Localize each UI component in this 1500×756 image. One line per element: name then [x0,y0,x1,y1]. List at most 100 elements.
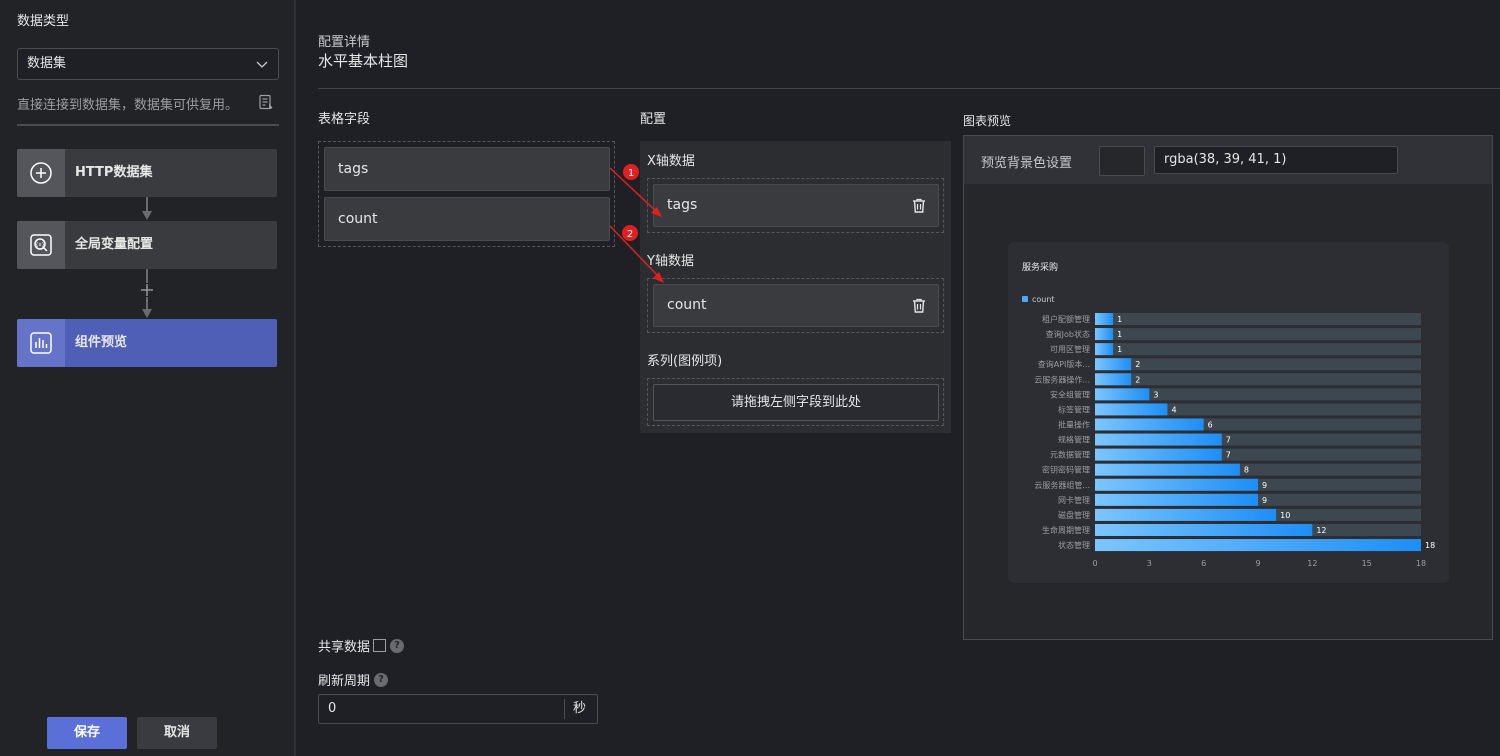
annotation-arrowhead [653,272,664,283]
data-label: 8 [1244,466,1249,475]
category-label: 查询Job状态 [1046,329,1090,339]
refresh-period-input[interactable]: 0 秒 [318,694,598,724]
sidebar-title: 数据类型 [17,14,70,29]
field-item-count[interactable]: count [324,197,610,241]
data-label: 7 [1226,451,1231,460]
series-drop-zone[interactable]: 请拖拽左侧字段到此处 [647,378,944,426]
cancel-button[interactable]: 取消 [137,717,217,749]
preview-bg-label: 预览背景色设置 [981,156,1073,171]
config-label: 配置 [640,112,667,127]
data-label: 2 [1135,360,1140,369]
add-step-icon[interactable] [140,283,154,297]
step-global-variables[interactable]: {x} 全局变量配置 [17,221,277,269]
step-component-preview[interactable]: 组件预览 [17,319,277,367]
y-axis-drop-zone[interactable]: count [647,278,944,333]
data-label: 18 [1425,541,1435,550]
share-data-row: 共享数据 ? [318,636,405,655]
bar [1095,478,1258,491]
category-label: 元数据管理 [1050,450,1090,460]
step-http-dataset[interactable]: HTTP数据集 [17,149,277,197]
category-label: 租户配额管理 [1042,314,1090,324]
bar [1095,508,1277,521]
y-axis-field[interactable]: count [653,284,939,327]
bar [1095,403,1168,416]
x-tick-label: 12 [1307,559,1317,568]
bar-track [1095,313,1421,325]
drag-annotation-arrows: 1 2 [609,164,664,283]
bar [1095,343,1114,356]
bar-track [1095,358,1421,371]
bar [1095,418,1204,431]
help-icon[interactable]: ? [374,672,389,687]
data-type-select-value: 数据集 [27,56,67,71]
x-axis-field[interactable]: tags [653,184,939,227]
bar [1095,463,1240,476]
table-fields-label: 表格字段 [318,112,371,127]
category-label: 密钥密码管理 [1042,465,1090,475]
share-data-label: 共享数据 [318,640,371,655]
bar [1095,328,1114,341]
bar [1095,493,1258,506]
annotation-marker-1-text: 1 [628,168,634,179]
data-label: 7 [1226,436,1231,445]
bar-track [1095,373,1421,386]
category-label: 可用区管理 [1050,344,1090,354]
category-label: 云服务器操作... [1034,374,1090,384]
bar-track [1095,343,1421,356]
data-label: 10 [1280,511,1290,520]
refresh-period-label: 刷新周期 [318,674,371,689]
sidebar-divider [17,124,279,126]
legend-swatch [1022,296,1028,302]
bar [1095,388,1150,401]
bar [1095,448,1222,461]
bar [1095,523,1313,536]
bar-track [1095,328,1421,341]
trash-icon[interactable] [912,198,926,213]
refresh-period-value: 0 [328,701,337,716]
preview-bg-color-input[interactable]: rgba(38, 39, 41, 1) [1154,146,1398,174]
refresh-period-unit: 秒 [573,701,587,716]
help-icon[interactable]: ? [390,638,405,653]
bar [1095,313,1114,325]
category-label: 批量操作 [1058,419,1090,429]
bar [1095,539,1421,552]
data-type-select[interactable]: 数据集 [17,48,279,80]
x-tick-label: 6 [1201,559,1206,568]
chart-preview-icon [30,332,52,354]
save-button[interactable]: 保存 [47,717,127,749]
arrow-down-icon [142,211,152,220]
category-label: 标签管理 [1058,404,1090,414]
preview-bg-color-swatch[interactable] [1099,146,1145,176]
header-divider [318,88,1500,89]
field-item-tags[interactable]: tags [324,147,610,191]
plus-circle-icon [30,162,52,184]
document-icon[interactable] [258,94,274,110]
bar [1095,433,1222,446]
category-label: 磁盘管理 [1058,510,1090,520]
chart-preview-panel: 预览背景色设置 rgba(38, 39, 41, 1) 服务采购 count 租… [963,135,1493,640]
series-drop-hint[interactable]: 请拖拽左侧字段到此处 [653,384,939,421]
x-tick-label: 9 [1255,559,1260,568]
data-label: 2 [1135,375,1140,384]
category-label: 状态管理 [1058,540,1090,550]
refresh-period-row: 刷新周期 ? [318,670,389,689]
data-label: 12 [1316,526,1326,535]
annotation-marker-2-text: 2 [627,229,633,240]
chart-card: 服务采购 count 租户配额管理 1 查询Job状态 1 可用区管理 1 查询API版本.… [1008,242,1449,583]
step-label: 全局变量配置 [75,237,154,252]
category-label: 网卡管理 [1058,495,1090,505]
share-data-checkbox[interactable] [373,639,387,652]
data-label: 3 [1153,390,1158,399]
x-axis-drop-zone[interactable]: tags [647,178,944,233]
x-tick-label: 15 [1362,559,1372,568]
x-tick-label: 18 [1416,559,1426,568]
table-fields-list: tags count [318,141,615,247]
series-label: 系列(图例项) [647,354,723,369]
data-label: 6 [1208,420,1213,429]
chart-title: 服务采购 [1022,261,1058,273]
y-axis-field-name: count [667,297,707,313]
data-label: 4 [1171,405,1176,414]
sidebar: 数据类型 数据集 直接连接到数据集，数据集可供复用。 HTTP数据集 {x} 全… [0,0,296,756]
step-label: 组件预览 [75,335,128,350]
trash-icon[interactable] [912,298,926,313]
